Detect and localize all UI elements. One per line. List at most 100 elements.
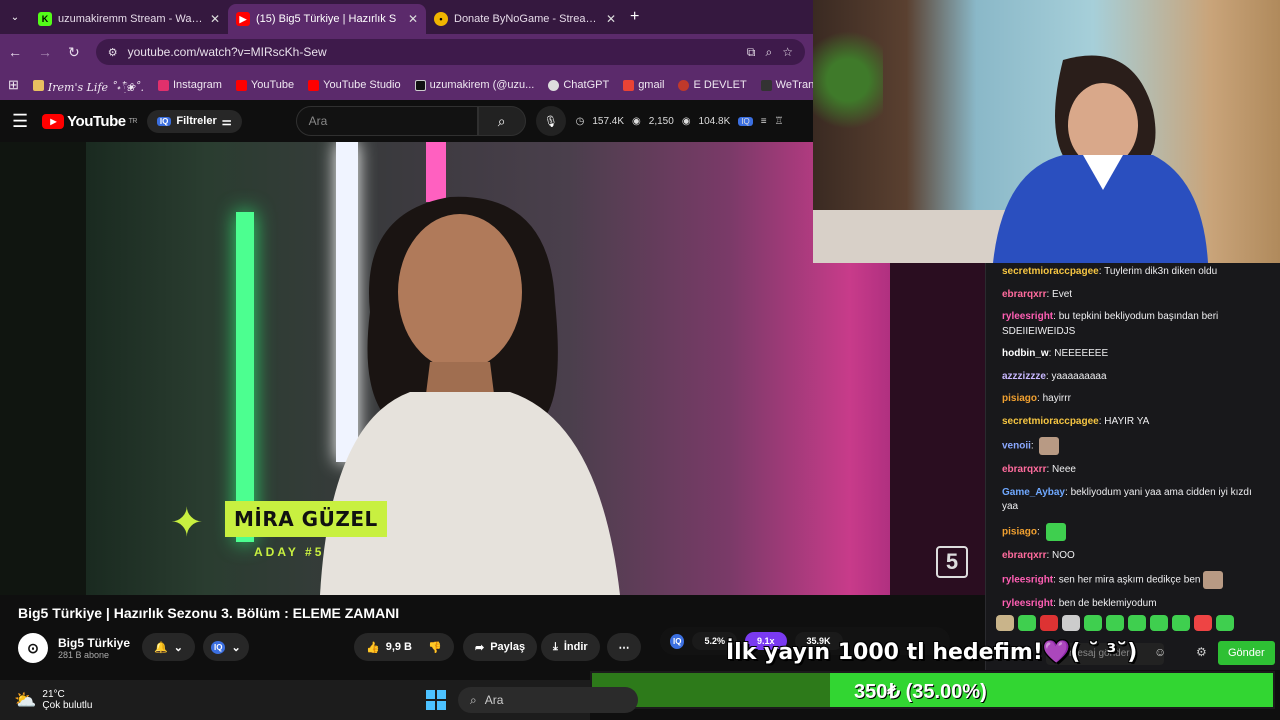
chat-username[interactable]: venoii [1002, 441, 1031, 452]
channel-name[interactable]: Big5 Türkiye [58, 636, 130, 650]
iq-extension-button[interactable]: IQ ⌄ [203, 633, 249, 661]
emote-icon[interactable] [1172, 615, 1190, 631]
notification-bell-button[interactable]: 🔔 ⌄ [142, 633, 195, 661]
weather-widget[interactable]: ⛅ 21°C Çok bulutlu [14, 689, 92, 711]
trophy-icon[interactable]: ♖ [775, 116, 784, 127]
chevron-down-icon: ⌄ [173, 641, 183, 654]
chat-username[interactable]: secretmioraccpagee [1002, 266, 1099, 277]
iq-icon: IQ [211, 640, 226, 654]
menu-icon[interactable]: ☰ [12, 111, 28, 132]
dislike-icon[interactable]: 👎 [428, 641, 442, 654]
chat-username[interactable]: hodbin_w [1002, 348, 1049, 359]
zoom-icon[interactable]: ⌕ [766, 45, 773, 60]
bookmark-star-icon[interactable]: ☆ [782, 45, 793, 59]
emote-icon[interactable] [1062, 615, 1080, 631]
chat-username[interactable]: ryleesright [1002, 598, 1053, 609]
emote-icon[interactable] [1128, 615, 1146, 631]
more-actions-button[interactable]: ⋯ [607, 633, 641, 661]
emote-icon[interactable] [1018, 615, 1036, 631]
youtube-logo[interactable]: ▶ YouTube TR [42, 113, 137, 130]
bookmark-instagram[interactable]: Instagram [157, 79, 222, 91]
close-tab-icon[interactable]: ✕ [408, 12, 418, 26]
reload-icon[interactable]: ↻ [68, 44, 80, 61]
youtube-header: ☰ ▶ YouTube TR IQ Filtreler ⚌ Ara ⌕ 🎙 ◷ 1… [0, 100, 813, 142]
emoji-picker-icon[interactable]: ☺ [1154, 645, 1166, 659]
bookmark-gmail[interactable]: gmail [623, 79, 664, 91]
emote-icon[interactable] [996, 615, 1014, 631]
bell-icon: 🔔 [154, 641, 168, 654]
new-tab-icon[interactable]: + [630, 8, 639, 26]
settings-gear-icon[interactable]: ⚙ [1196, 645, 1207, 659]
channel-avatar[interactable]: ⊙ [18, 633, 48, 663]
eye-icon: ◉ [632, 115, 641, 127]
like-count[interactable]: 9,9 B [386, 641, 412, 653]
url-field[interactable]: ⚙ youtube.com/watch?v=MIRscKh-Sew ⧉ ⌕ ☆ [95, 39, 805, 65]
search-button[interactable]: ⌕ [477, 106, 526, 136]
chat-username[interactable]: ebrarqxrr [1002, 289, 1046, 300]
emote-icon [1045, 522, 1066, 541]
windows-taskbar: ⛅ 21°C Çok bulutlu ⌕ Ara [0, 680, 638, 720]
search-input[interactable]: Ara [295, 106, 478, 136]
chat-message: hodbin_w: NEEEEEEE [1002, 347, 1264, 362]
download-button[interactable]: ⤓ İndir [541, 633, 600, 661]
apps-grid-icon[interactable]: ⊞ [8, 77, 19, 93]
chat-username[interactable]: pisiago [1002, 526, 1037, 537]
chat-username[interactable]: ebrarqxrr [1002, 550, 1046, 561]
emote-icon[interactable] [1084, 615, 1102, 631]
bookmark-e-devlet[interactable]: E DEVLET [678, 79, 747, 91]
bookmark-wetransfer[interactable]: WeTransfe [760, 79, 813, 91]
chat-username[interactable]: secretmioraccpagee [1002, 416, 1099, 427]
close-tab-icon[interactable]: ✕ [210, 12, 220, 26]
donation-progress-bar: 350₺ (35.00%) [590, 671, 1275, 709]
bookmark-youtube[interactable]: YouTube [235, 79, 294, 91]
bookmark-irems-life[interactable]: Irem's Life ˚˖𓍢ִ໋❀˚. [32, 76, 144, 95]
chat-text: Evet [1052, 288, 1073, 300]
share-icon: ➦ [475, 641, 485, 654]
list-icon[interactable]: ≡ [761, 116, 767, 127]
back-icon[interactable]: ← [8, 44, 22, 60]
install-app-icon[interactable]: ⧉ [747, 45, 756, 60]
like-icon[interactable]: 👍 [366, 641, 380, 654]
filters-button[interactable]: IQ Filtreler ⚌ [146, 109, 242, 133]
bookmark-chatgpt[interactable]: ChatGPT [548, 79, 609, 91]
chat-username[interactable]: pisiago [1002, 393, 1037, 404]
chat-text: sen her mira aşkım dedikçe ben [1058, 574, 1201, 586]
bookmark-youtube-studio[interactable]: YouTube Studio [308, 79, 401, 91]
youtube-icon [235, 79, 247, 91]
chat-username[interactable]: ryleesright [1002, 575, 1053, 586]
chat-message: ebrarqxrr: Neee [1002, 463, 1264, 478]
bookmark-label: WeTransfe [775, 79, 813, 91]
emote-icon[interactable] [1194, 615, 1212, 631]
bookmark-label: gmail [638, 79, 665, 91]
tab-list-chevron-icon[interactable]: ⌄ [0, 12, 30, 23]
emote-icon[interactable] [1150, 615, 1168, 631]
share-button[interactable]: ➦ Paylaş [463, 633, 538, 661]
close-tab-icon[interactable]: ✕ [606, 12, 616, 26]
chat-message: azzzizzze: yaaaaaaaaa [1002, 370, 1264, 385]
emote-icon[interactable] [1040, 615, 1058, 631]
chat-username[interactable]: azzzizzze [1002, 371, 1046, 382]
like-dislike-bar: 👍 9,9 B 👎 [354, 633, 454, 661]
chat-username[interactable]: ebrarqxrr [1002, 464, 1046, 475]
emote-icon[interactable] [1216, 615, 1234, 631]
tab-kick-stream[interactable]: K uzumakiremm Stream - Watch ( ✕ [30, 4, 228, 34]
chat-message: venoii: [1002, 437, 1264, 455]
chat-message-list: secretmioraccpagee: Tuylerim dik3n diken… [1002, 265, 1264, 620]
forward-icon[interactable]: → [38, 44, 52, 60]
channel-watermark-logo: 5 [936, 546, 968, 578]
bookmark-tiktok[interactable]: uzumakirem (@uzu... [414, 79, 534, 91]
chat-username[interactable]: Game_Aybay [1002, 487, 1065, 498]
tab-donate-bynogame[interactable]: • Donate ByNoGame - Streamer ✕ [426, 4, 624, 34]
chat-message: ryleesright: bu tepkini bekliyodum başın… [1002, 310, 1264, 339]
voice-search-button[interactable]: 🎙 [535, 106, 566, 136]
more-icon: ⋯ [618, 641, 630, 654]
weather-condition: Çok bulutlu [42, 700, 93, 711]
site-info-icon[interactable]: ⚙ [108, 46, 118, 59]
emote-icon[interactable] [1106, 615, 1124, 631]
chat-username[interactable]: ryleesright [1002, 311, 1053, 322]
taskbar-search[interactable]: ⌕ Ara [458, 687, 638, 713]
tab-youtube-big5[interactable]: ▶ (15) Big5 Türkiye | Hazırlık S ✕ [228, 4, 426, 34]
iq-icon[interactable]: IQ [738, 116, 753, 126]
send-button[interactable]: Gönder [1218, 641, 1275, 665]
windows-start-icon[interactable] [426, 690, 446, 710]
